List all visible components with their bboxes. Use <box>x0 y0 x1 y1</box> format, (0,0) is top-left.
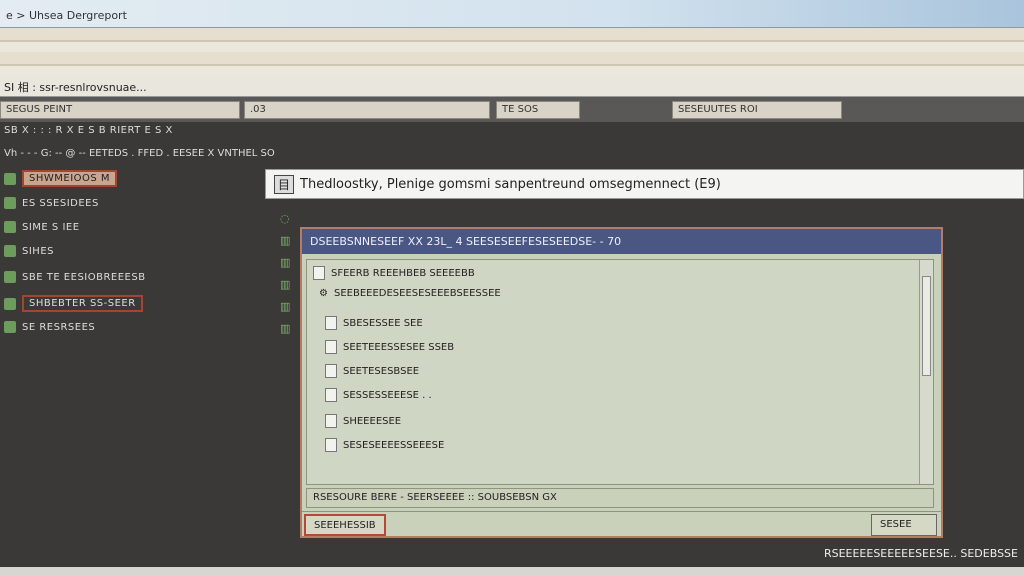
list-item[interactable]: SEETESESBSEE <box>325 364 419 378</box>
list-item[interactable]: SESSESSEEESE . . <box>325 388 432 402</box>
side-icons: ◌ ▥ ▥ ▥ ▥ ▥ <box>280 208 294 340</box>
list-icon[interactable]: ▥ <box>280 296 294 318</box>
sidebar-item[interactable]: SIME S IEE <box>4 221 80 233</box>
list-item[interactable]: SESESEEEESSEEESE <box>325 438 444 452</box>
file-list[interactable]: SFEERB REEEHBEB SEEEEBB ⚙ SEEBEEEDESEESES… <box>306 259 934 485</box>
scrollbar-thumb[interactable] <box>922 276 931 376</box>
folder-icon <box>4 245 16 257</box>
button-row: SEEEHESSIB SESEE <box>302 511 941 537</box>
item-label: SHEEEESEE <box>343 415 402 427</box>
title-bar: e > Uhsea Dergreport <box>0 0 1024 28</box>
dialog-title: DSEEBSNNESEEF XX 23L_ 4 SEESESEEFESESEED… <box>302 229 941 254</box>
tab-1[interactable]: TE SOS <box>496 101 580 119</box>
item-label: SFEERB REEEHBEB SEEEEBB <box>331 267 475 279</box>
list-item[interactable]: ⚙ SEEBEEEDESEESESEEEBSEESSEE <box>319 288 501 299</box>
folder-icon <box>4 172 16 185</box>
item-label: SESSESSEEESE . . <box>343 389 432 401</box>
list-icon[interactable]: ▥ <box>280 318 294 340</box>
toolbar <box>0 28 1024 76</box>
value-field[interactable]: .03 <box>244 101 490 119</box>
sidebar-item[interactable]: SHWMEIOOS M <box>4 170 118 187</box>
file-icon <box>325 340 337 354</box>
file-icon <box>325 388 337 402</box>
sidebar-item[interactable]: SHBEBTER SS-SEER <box>4 295 143 312</box>
list-item[interactable]: SHEEEESEE <box>325 414 401 428</box>
item-label: SEETESESBSEE <box>343 365 420 377</box>
sidebar-item-label: SE RESRSEES <box>22 321 96 333</box>
list-item[interactable]: SEETEEESSESEE SSEB <box>325 340 454 354</box>
path-row: Vh - - - G: -- @ -- EETEDS . FFED . EESE… <box>4 148 275 159</box>
address-bar[interactable]: 目 Thedloostky, Plenige gomsmi sanpentreu… <box>265 169 1024 199</box>
folder-icon <box>4 321 16 333</box>
window-title: e > Uhsea Dergreport <box>6 9 127 22</box>
item-label: SESESEEEESSEEESE <box>343 439 445 451</box>
folder-icon <box>4 297 16 310</box>
sidebar-item[interactable]: SE RESRSEES <box>4 321 95 333</box>
dialog: DSEEBSNNESEEF XX 23L_ 4 SEESESEEFESESEED… <box>300 227 943 538</box>
sidebar-item-label: SHBEBTER SS-SEER <box>22 295 143 312</box>
gear-icon: ⚙ <box>319 288 328 299</box>
folder-icon <box>4 197 16 209</box>
view-icon[interactable]: 目 <box>274 174 295 194</box>
sidebar-item-label: SBE TE EESIOBREEESB <box>22 271 146 283</box>
sidebar-toolbar-text[interactable]: SB X : : : R X E S B RIERT E S X <box>4 125 173 136</box>
menu-text[interactable]: SI 相 : ssr-resnlrovsnuae... <box>4 81 147 94</box>
file-icon <box>313 266 325 280</box>
sidebar-item-label: SIME S IEE <box>22 221 80 233</box>
scrollbar[interactable] <box>919 260 933 484</box>
item-label: SEEBEEEDESEESESEEEBSEESSEE <box>333 288 501 299</box>
list-item[interactable]: SFEERB REEEHBEB SEEEEBB <box>313 266 475 280</box>
address-text[interactable]: Thedloostky, Plenige gomsmi sanpentreund… <box>300 177 721 192</box>
sidebar-item-label: SIHES <box>22 245 54 257</box>
refresh-icon[interactable]: ◌ <box>280 208 294 230</box>
dialog-status: RSESOURE BERE - SEERSEEEE :: SOUBSEBSN G… <box>306 488 934 508</box>
sidebar-item[interactable]: ES SSESIDEES <box>4 197 99 209</box>
bottom-strip <box>0 567 1024 576</box>
sidebar-item-label: ES SSESIDEES <box>22 197 99 209</box>
list-item[interactable]: SBESESSEE SEE <box>325 316 423 330</box>
file-icon <box>325 414 337 428</box>
item-label: SBESESSEE SEE <box>343 317 423 329</box>
item-label: SEETEEESSESEE SSEB <box>343 341 455 353</box>
list-icon[interactable]: ▥ <box>280 274 294 296</box>
sidebar: SB X : : : R X E S B RIERT E S X SHWMEIO… <box>0 125 262 365</box>
folder-icon <box>4 221 16 233</box>
fields-bar: SEGUS PEINT .03 TE SOS SESEUUTES ROI <box>0 97 1024 122</box>
list-icon[interactable]: ▥ <box>280 230 294 252</box>
file-icon <box>325 364 337 378</box>
sidebar-item[interactable]: SBE TE EESIOBREEESB <box>4 271 146 283</box>
list-icon[interactable]: ▥ <box>280 252 294 274</box>
folder-icon <box>4 271 16 283</box>
file-icon <box>325 438 337 452</box>
file-icon <box>325 316 337 330</box>
sidebar-item[interactable]: SIHES <box>4 245 54 257</box>
sidebar-toolbar[interactable]: SB X : : : R X E S B RIERT E S X <box>4 125 173 136</box>
left-button[interactable]: SEEEHESSIB <box>304 514 386 536</box>
tab-2[interactable]: SESEUUTES ROI <box>672 101 842 119</box>
menu-bar[interactable]: SI 相 : ssr-resnlrovsnuae... <box>0 76 1024 97</box>
right-button[interactable]: SESEE <box>871 514 937 536</box>
status-text: RSEEEEESEEEEESEESE.. SEDEBSSE <box>823 547 1018 560</box>
sidebar-item-label: SHWMEIOOS M <box>22 170 118 187</box>
name-field[interactable]: SEGUS PEINT <box>0 101 240 119</box>
